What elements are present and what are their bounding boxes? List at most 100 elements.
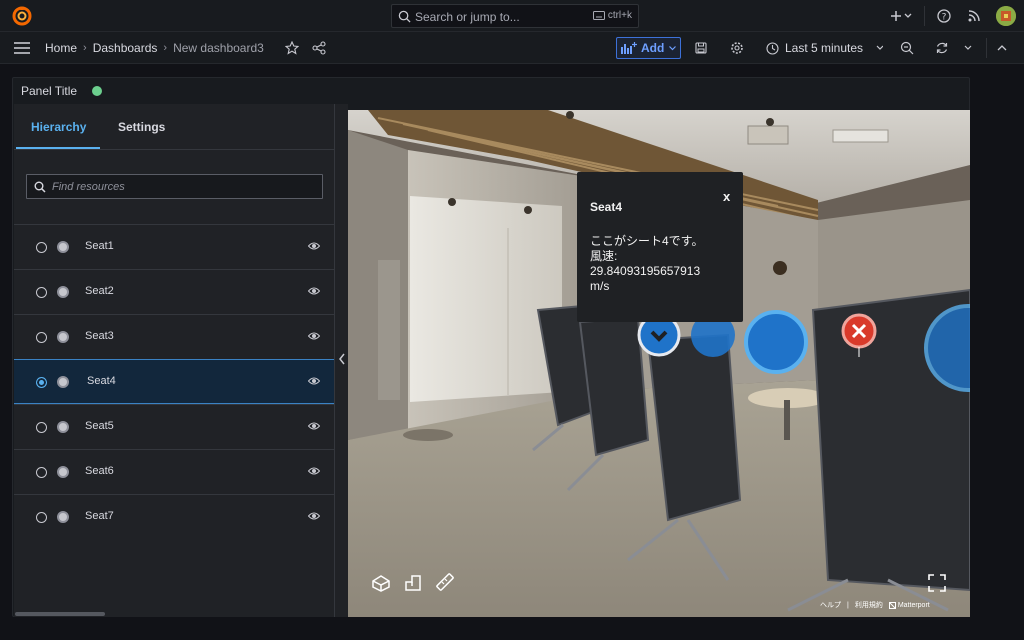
fullscreen-icon[interactable] xyxy=(926,572,948,594)
breadcrumb: Home › Dashboards › New dashboard3 xyxy=(45,41,264,55)
chevron-down-icon xyxy=(669,46,677,51)
resource-label: Seat3 xyxy=(85,330,114,342)
breadcrumb-separator: › xyxy=(83,42,87,54)
search-bar[interactable]: Search or jump to... ctrl+k xyxy=(391,4,639,28)
rss-icon[interactable] xyxy=(966,8,982,24)
tab-settings[interactable]: Settings xyxy=(118,120,165,134)
active-tab-indicator xyxy=(16,147,100,149)
resource-row[interactable]: Seat4 xyxy=(14,359,334,404)
chevron-up-icon[interactable] xyxy=(996,41,1008,55)
visibility-toggle[interactable] xyxy=(57,286,69,298)
breadcrumb-separator: › xyxy=(163,42,168,54)
add-button-label: Add xyxy=(641,41,665,55)
resource-list: Seat1 Seat2 Seat3 Seat4 Seat5 Seat6 Seat7 xyxy=(14,224,334,539)
panel-title[interactable]: Panel Title xyxy=(21,84,77,98)
avatar[interactable] xyxy=(996,6,1016,26)
eye-icon[interactable] xyxy=(308,241,320,251)
select-radio[interactable] xyxy=(36,242,47,253)
resource-row[interactable]: Seat5 xyxy=(14,404,334,449)
visibility-toggle[interactable] xyxy=(57,511,69,523)
chevron-down-icon[interactable] xyxy=(903,8,913,24)
dollhouse-view-icon[interactable] xyxy=(370,572,392,594)
tooltip-body: ここがシート4です。 風速: 29.84093195657913 m/s xyxy=(590,234,704,293)
tag-tooltip: Seat4 x ここがシート4です。 風速: 29.84093195657913… xyxy=(577,172,743,322)
measure-icon[interactable] xyxy=(434,571,456,593)
panel-status-indicator xyxy=(92,86,102,96)
time-range-picker[interactable]: Last 5 minutes xyxy=(766,41,884,55)
visibility-toggle[interactable] xyxy=(57,241,69,253)
plus-icon[interactable] xyxy=(888,8,904,24)
add-panel-icon xyxy=(621,42,637,54)
search-shortcut: ctrl+k xyxy=(592,10,632,21)
add-button[interactable]: Add xyxy=(616,37,681,59)
resource-label: Seat1 xyxy=(85,240,114,252)
search-placeholder: Search or jump to... xyxy=(415,10,520,24)
svg-text:?: ? xyxy=(942,13,947,23)
tooltip-title: Seat4 xyxy=(590,200,623,214)
matterport-label: Matterport xyxy=(897,601,930,609)
hierarchy-sidebar: Hierarchy Settings Seat1Seat2Seat3Seat4S… xyxy=(14,104,334,617)
visibility-toggle[interactable] xyxy=(57,421,69,433)
breadcrumb-dashboards[interactable]: Dashboards xyxy=(93,41,158,55)
grafana-logo-icon[interactable] xyxy=(12,6,32,26)
collapse-sidebar-handle[interactable] xyxy=(334,104,348,617)
resource-label: Seat6 xyxy=(85,465,114,477)
help-link[interactable]: ヘルプ xyxy=(820,600,841,610)
viewer-footer: ヘルプ | 利用規約 Matterport xyxy=(820,600,930,610)
footer-separator: | xyxy=(847,601,849,609)
time-range-label: Last 5 minutes xyxy=(785,41,864,55)
keyboard-icon xyxy=(592,11,605,20)
eye-icon[interactable] xyxy=(308,466,320,476)
divider xyxy=(986,38,987,58)
visibility-toggle[interactable] xyxy=(57,466,69,478)
star-icon[interactable] xyxy=(285,41,299,55)
select-radio[interactable] xyxy=(36,467,47,478)
eye-icon[interactable] xyxy=(308,286,320,296)
resource-row[interactable]: Seat3 xyxy=(14,314,334,359)
horizontal-scrollbar[interactable] xyxy=(15,612,105,616)
resource-label: Seat5 xyxy=(85,420,114,432)
menu-icon[interactable] xyxy=(14,41,30,55)
search-icon xyxy=(34,181,46,193)
visibility-toggle[interactable] xyxy=(57,376,69,388)
eye-icon[interactable] xyxy=(308,331,320,341)
breadcrumb-current: New dashboard3 xyxy=(173,41,264,55)
visibility-toggle[interactable] xyxy=(57,331,69,343)
find-resources-input[interactable] xyxy=(52,178,312,196)
sidebar-tabs: Hierarchy Settings xyxy=(14,104,334,150)
refresh-interval-chevron-icon[interactable] xyxy=(963,41,973,55)
breadcrumb-home[interactable]: Home xyxy=(45,41,77,55)
search-icon xyxy=(398,10,411,23)
select-radio[interactable] xyxy=(36,377,47,388)
resource-row[interactable]: Seat6 xyxy=(14,449,334,494)
chevron-down-icon xyxy=(876,45,884,50)
help-icon[interactable]: ? xyxy=(936,8,952,24)
avatar-image-icon xyxy=(996,6,1016,26)
refresh-icon[interactable] xyxy=(935,41,949,55)
matterport-logo-icon xyxy=(888,601,896,609)
matterport-brand[interactable]: Matterport xyxy=(888,601,930,609)
find-resources-field[interactable] xyxy=(26,174,323,199)
settings-gear-icon[interactable] xyxy=(730,41,744,55)
resource-label: Seat4 xyxy=(87,375,116,387)
resource-row[interactable]: Seat1 xyxy=(14,224,334,269)
eye-icon[interactable] xyxy=(308,511,320,521)
resource-row[interactable]: Seat2 xyxy=(14,269,334,314)
select-radio[interactable] xyxy=(36,422,47,433)
select-radio[interactable] xyxy=(36,287,47,298)
save-icon[interactable] xyxy=(694,41,708,55)
resource-label: Seat7 xyxy=(85,510,114,522)
share-icon[interactable] xyxy=(312,41,326,55)
eye-icon[interactable] xyxy=(308,376,320,386)
select-radio[interactable] xyxy=(36,512,47,523)
zoom-out-icon[interactable] xyxy=(900,41,914,55)
resource-row[interactable]: Seat7 xyxy=(14,494,334,539)
terms-link[interactable]: 利用規約 xyxy=(855,600,883,610)
eye-icon[interactable] xyxy=(308,421,320,431)
tab-hierarchy[interactable]: Hierarchy xyxy=(31,120,86,134)
divider xyxy=(924,6,925,26)
tooltip-close-button[interactable]: x xyxy=(723,189,730,204)
floorplan-view-icon[interactable] xyxy=(402,572,424,594)
matterport-3d-viewer[interactable]: Seat4 x ここがシート4です。 風速: 29.84093195657913… xyxy=(348,110,970,617)
select-radio[interactable] xyxy=(36,332,47,343)
